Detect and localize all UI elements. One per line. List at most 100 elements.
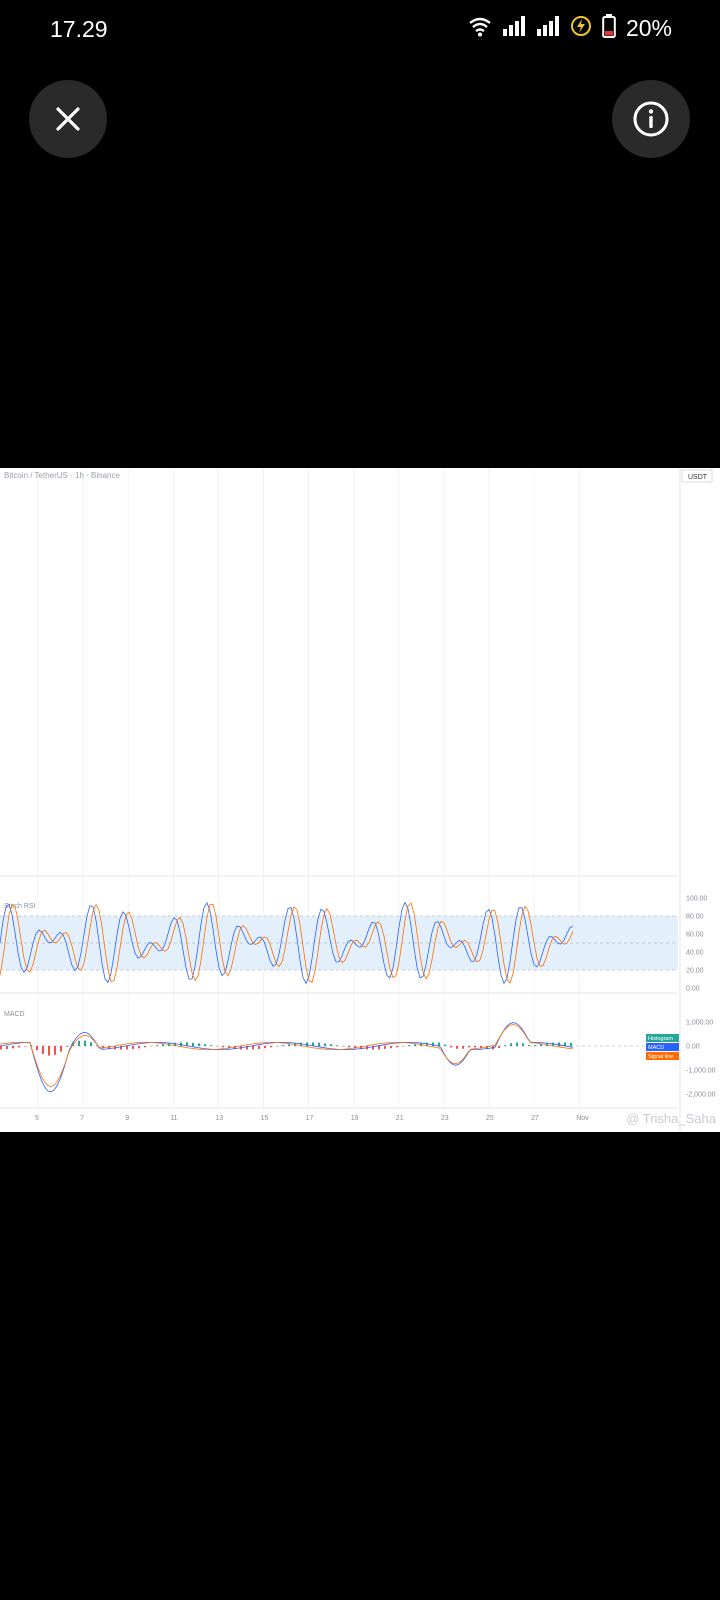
macd-histogram-bar bbox=[456, 1046, 458, 1049]
macd-histogram-bar bbox=[378, 1046, 380, 1050]
macd-histogram-bar bbox=[558, 1042, 560, 1046]
macd-histogram-bar bbox=[54, 1046, 56, 1055]
macd-histogram-bar bbox=[12, 1046, 14, 1049]
macd-histogram-bar bbox=[264, 1046, 266, 1049]
macd-histogram-bar bbox=[384, 1046, 386, 1049]
macd-histogram-bar bbox=[18, 1046, 20, 1048]
macd-label: MACD bbox=[4, 1011, 25, 1018]
close-button[interactable] bbox=[29, 80, 107, 158]
x-tick-label: 7 bbox=[80, 1115, 84, 1122]
macd-histogram-bar bbox=[570, 1042, 572, 1046]
stoch-tick-label: 20.00 bbox=[686, 968, 704, 975]
trading-chart: 74,000.0073,000.0072,000.0071,000.0069,0… bbox=[0, 468, 716, 1132]
macd-histogram-bar bbox=[156, 1045, 158, 1046]
macd-histogram-bar bbox=[510, 1043, 512, 1046]
chart-image: 74,000.0073,000.0072,000.0071,000.0069,0… bbox=[0, 468, 720, 1132]
macd-histogram-bar bbox=[288, 1044, 290, 1046]
macd-histogram-bar bbox=[498, 1046, 500, 1049]
macd-histogram-bar bbox=[504, 1045, 506, 1046]
stoch-tick-label: 80.00 bbox=[686, 914, 704, 921]
macd-histogram-bar bbox=[198, 1043, 200, 1046]
macd-line bbox=[0, 1022, 574, 1093]
macd-histogram-bar bbox=[330, 1044, 332, 1046]
macd-histogram-bar bbox=[192, 1042, 194, 1046]
close-icon bbox=[56, 107, 80, 131]
x-tick-label: 19 bbox=[351, 1115, 359, 1122]
power-saving-icon bbox=[570, 15, 592, 42]
macd-histogram-bar bbox=[48, 1046, 50, 1056]
x-tick-label: 15 bbox=[261, 1115, 269, 1122]
macd-histogram-bar bbox=[90, 1042, 92, 1046]
x-tick-label: Nov bbox=[576, 1115, 589, 1122]
macd-signal-line bbox=[0, 1024, 574, 1088]
status-time: 17.29 bbox=[50, 16, 108, 42]
macd-histogram-bar bbox=[336, 1045, 338, 1046]
macd-histogram-bar bbox=[252, 1046, 254, 1050]
macd-histogram-bar bbox=[522, 1043, 524, 1046]
info-button[interactable] bbox=[612, 80, 690, 158]
watermark: @ Trisha_Saha bbox=[626, 1111, 716, 1126]
macd-histogram-bar bbox=[324, 1043, 326, 1046]
x-tick-label: 11 bbox=[170, 1115, 177, 1122]
currency-label: USDT bbox=[688, 474, 708, 481]
macd-tick-label: -1,000.00 bbox=[686, 1068, 716, 1075]
x-tick-label: 25 bbox=[486, 1115, 494, 1122]
macd-histogram-bar bbox=[432, 1042, 434, 1046]
x-tick-label: 23 bbox=[441, 1115, 449, 1122]
macd-histogram-bar bbox=[6, 1046, 8, 1050]
macd-histogram-bar bbox=[126, 1046, 128, 1050]
stoch-tick-label: 0.00 bbox=[686, 986, 700, 993]
battery-level: 20% bbox=[625, 15, 672, 41]
macd-tick-label: -2,000.00 bbox=[686, 1092, 716, 1099]
x-tick-label: 5 bbox=[35, 1115, 39, 1122]
macd-legend-label: Signal line bbox=[648, 1054, 673, 1060]
macd-histogram-bar bbox=[78, 1040, 80, 1046]
macd-histogram-bar bbox=[318, 1042, 320, 1046]
macd-histogram-bar bbox=[444, 1044, 446, 1046]
signal-icon bbox=[502, 15, 526, 42]
macd-histogram-bar bbox=[222, 1046, 224, 1048]
macd-histogram-bar bbox=[282, 1045, 284, 1046]
stoch-tick-label: 60.00 bbox=[686, 932, 704, 939]
stoch-rsi-label: Stoch RSI bbox=[4, 903, 36, 910]
macd-tick-label: 0.00 bbox=[686, 1044, 700, 1051]
macd-histogram-bar bbox=[138, 1046, 140, 1049]
status-icons: 20% bbox=[468, 14, 672, 43]
macd-histogram-bar bbox=[84, 1040, 86, 1046]
macd-histogram-bar bbox=[60, 1046, 62, 1052]
macd-histogram-bar bbox=[408, 1045, 410, 1046]
info-icon bbox=[633, 101, 669, 137]
macd-histogram-bar bbox=[270, 1046, 272, 1048]
macd-histogram-bar bbox=[258, 1046, 260, 1049]
macd-histogram-bar bbox=[0, 1046, 2, 1050]
x-tick-label: 9 bbox=[125, 1115, 129, 1122]
x-tick-label: 27 bbox=[531, 1115, 539, 1122]
macd-histogram-bar bbox=[132, 1046, 134, 1049]
macd-histogram-bar bbox=[540, 1044, 542, 1046]
battery-icon bbox=[602, 14, 616, 43]
macd-tick-label: 1,000.00 bbox=[686, 1020, 713, 1027]
macd-histogram-bar bbox=[390, 1046, 392, 1049]
macd-histogram-bar bbox=[534, 1045, 536, 1046]
macd-legend-label: Histogram bbox=[648, 1036, 673, 1042]
x-tick-label: 17 bbox=[306, 1115, 314, 1122]
macd-histogram-bar bbox=[528, 1045, 530, 1046]
status-bar: 17.29 20% bbox=[0, 0, 720, 60]
x-tick-label: 13 bbox=[215, 1115, 223, 1122]
macd-histogram-bar bbox=[462, 1046, 464, 1049]
macd-histogram-bar bbox=[516, 1042, 518, 1046]
x-tick-label: 21 bbox=[396, 1115, 404, 1122]
macd-histogram-bar bbox=[144, 1046, 146, 1048]
macd-histogram-bar bbox=[474, 1046, 476, 1048]
macd-histogram-bar bbox=[36, 1046, 38, 1051]
wifi-icon bbox=[468, 15, 492, 42]
macd-histogram-bar bbox=[396, 1046, 398, 1048]
macd-histogram-bar bbox=[210, 1045, 212, 1046]
macd-histogram-bar bbox=[450, 1046, 452, 1048]
signal-icon-2 bbox=[536, 15, 560, 42]
macd-histogram-bar bbox=[66, 1046, 68, 1047]
macd-legend-label: MACD bbox=[648, 1045, 664, 1051]
macd-histogram-bar bbox=[348, 1046, 350, 1048]
macd-histogram-bar bbox=[414, 1044, 416, 1046]
macd-histogram-bar bbox=[306, 1042, 308, 1046]
